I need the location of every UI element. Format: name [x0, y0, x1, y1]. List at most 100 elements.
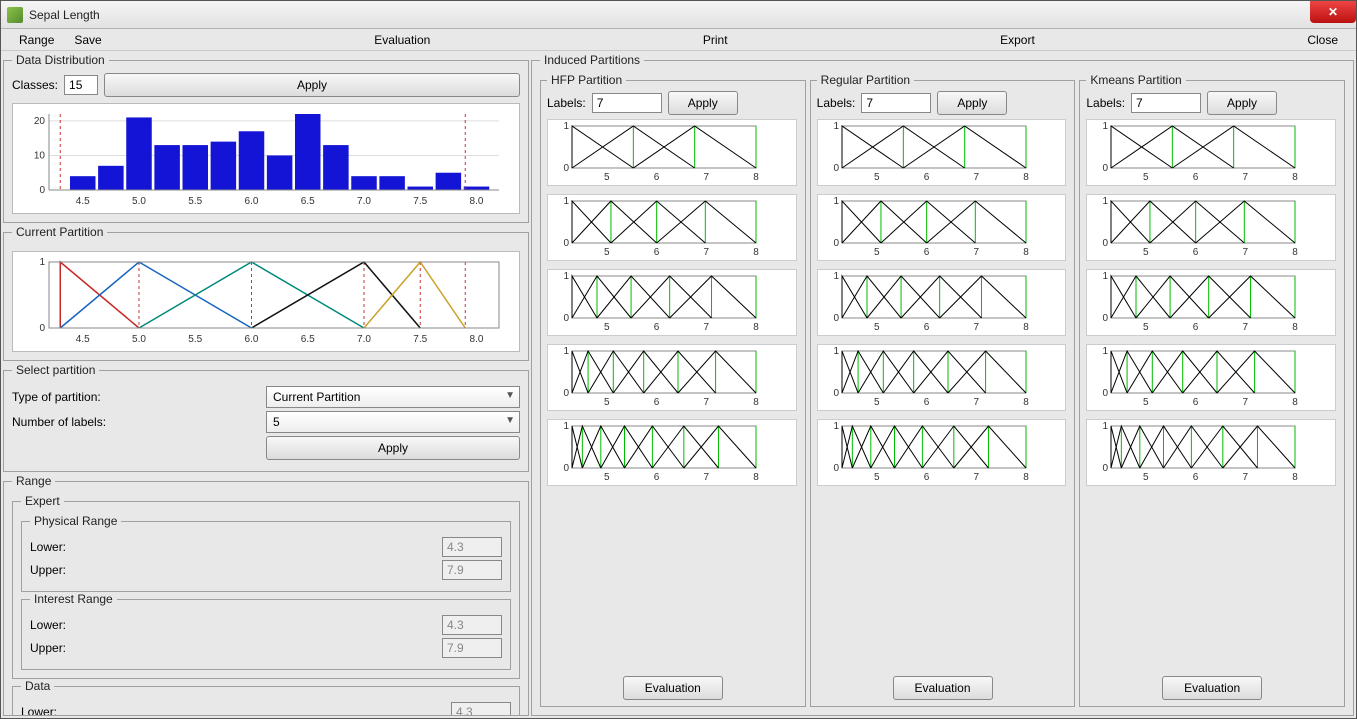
menu-close[interactable]: Close: [1297, 31, 1348, 49]
svg-text:1: 1: [563, 422, 569, 432]
current-partition-group: Current Partition 014.55.05.56.06.57.07.…: [3, 225, 529, 361]
classes-input[interactable]: [64, 75, 98, 95]
histogram-chart: 010204.55.05.56.06.57.07.58.0: [12, 103, 520, 214]
svg-text:1: 1: [563, 272, 569, 282]
svg-text:5: 5: [1143, 397, 1149, 407]
kmeans-mini-chart: 105678: [1086, 344, 1336, 411]
svg-text:7: 7: [973, 322, 979, 332]
svg-text:0: 0: [563, 388, 569, 399]
regular-evaluation-button[interactable]: Evaluation: [893, 676, 993, 700]
regular-labels-label: Labels:: [817, 96, 856, 110]
svg-text:6: 6: [654, 172, 660, 182]
svg-text:0: 0: [1103, 313, 1109, 324]
svg-text:7: 7: [1243, 247, 1249, 257]
menu-print[interactable]: Print: [693, 31, 738, 49]
svg-text:8: 8: [753, 322, 759, 332]
kmeans-apply-button[interactable]: Apply: [1207, 91, 1277, 115]
dist-apply-button[interactable]: Apply: [104, 73, 520, 97]
hfp-evaluation-button[interactable]: Evaluation: [623, 676, 723, 700]
svg-text:4.5: 4.5: [76, 196, 90, 207]
physical-range-group: Physical Range Lower: Upper:: [21, 514, 511, 592]
expert-legend: Expert: [21, 494, 64, 508]
kmeans-labels-input[interactable]: [1131, 93, 1201, 113]
regular-scroll[interactable]: 105678105678105678105678105678: [817, 119, 1069, 672]
svg-text:8: 8: [1293, 322, 1299, 332]
kmeans-scroll[interactable]: 105678105678105678105678105678: [1086, 119, 1338, 672]
menu-save[interactable]: Save: [64, 31, 111, 49]
menu-evaluation[interactable]: Evaluation: [364, 31, 440, 49]
hfp-labels-input[interactable]: [592, 93, 662, 113]
phys-lower-label: Lower:: [30, 540, 442, 554]
kmeans-evaluation-button[interactable]: Evaluation: [1162, 676, 1262, 700]
hfp-apply-button[interactable]: Apply: [668, 91, 738, 115]
regular-mini-chart: 105678: [817, 194, 1067, 261]
interest-range-group: Interest Range Lower: Upper:: [21, 592, 511, 670]
svg-text:6: 6: [654, 472, 660, 482]
svg-text:7.0: 7.0: [357, 334, 371, 345]
svg-text:8: 8: [1023, 472, 1029, 482]
svg-text:1: 1: [833, 197, 839, 207]
close-button[interactable]: ✕: [1310, 1, 1356, 23]
data-distribution-group: Data Distribution Classes: Apply 010204.…: [3, 53, 529, 223]
svg-text:6: 6: [654, 322, 660, 332]
svg-text:7: 7: [1243, 397, 1249, 407]
hfp-mini-chart: 105678: [547, 119, 797, 186]
content: Data Distribution Classes: Apply 010204.…: [1, 51, 1356, 718]
select-partition-legend: Select partition: [12, 363, 99, 377]
svg-text:4.5: 4.5: [76, 334, 90, 345]
svg-text:1: 1: [833, 422, 839, 432]
svg-text:1: 1: [1103, 272, 1109, 282]
svg-text:5: 5: [1143, 172, 1149, 182]
partition-type-select[interactable]: Current Partition: [266, 386, 520, 408]
hfp-mini-chart: 105678: [547, 344, 797, 411]
svg-text:7: 7: [1243, 472, 1249, 482]
svg-text:1: 1: [833, 272, 839, 282]
num-labels-select[interactable]: 5: [266, 411, 520, 433]
svg-text:7: 7: [703, 247, 709, 257]
svg-text:0: 0: [833, 163, 839, 174]
svg-text:0: 0: [1103, 163, 1109, 174]
svg-text:7: 7: [973, 472, 979, 482]
svg-text:20: 20: [34, 116, 46, 127]
svg-text:1: 1: [1103, 122, 1109, 132]
range-group: Range Expert Physical Range Lower: Upper…: [3, 474, 529, 716]
hfp-scroll[interactable]: 105678105678105678105678105678: [547, 119, 799, 672]
menu-range[interactable]: Range: [9, 31, 64, 49]
svg-text:0: 0: [563, 238, 569, 249]
svg-text:6: 6: [1193, 172, 1199, 182]
hfp-group: HFP Partition Labels: Apply 105678105678…: [540, 73, 806, 707]
svg-text:8: 8: [753, 247, 759, 257]
svg-text:7: 7: [703, 397, 709, 407]
kmeans-labels-label: Labels:: [1086, 96, 1125, 110]
int-upper-input[interactable]: [442, 638, 502, 658]
int-lower-input[interactable]: [442, 615, 502, 635]
regular-mini-chart: 105678: [817, 269, 1067, 336]
regular-labels-input[interactable]: [861, 93, 931, 113]
svg-text:6: 6: [923, 472, 929, 482]
phys-lower-input[interactable]: [442, 537, 502, 557]
data-lower-input[interactable]: [451, 702, 511, 716]
svg-text:0: 0: [833, 463, 839, 474]
svg-text:5.0: 5.0: [132, 196, 146, 207]
phys-upper-input[interactable]: [442, 560, 502, 580]
svg-text:7.5: 7.5: [413, 334, 427, 345]
svg-text:0: 0: [563, 463, 569, 474]
svg-text:0: 0: [1103, 388, 1109, 399]
int-upper-label: Upper:: [30, 641, 442, 655]
regular-apply-button[interactable]: Apply: [937, 91, 1007, 115]
svg-text:0: 0: [1103, 238, 1109, 249]
regular-column: Regular Partition Labels: Apply 10567810…: [810, 73, 1076, 707]
svg-text:8: 8: [1293, 472, 1299, 482]
menu-export[interactable]: Export: [990, 31, 1045, 49]
svg-text:1: 1: [833, 122, 839, 132]
svg-text:8: 8: [1023, 397, 1029, 407]
svg-text:6: 6: [1193, 322, 1199, 332]
kmeans-legend: Kmeans Partition: [1086, 73, 1185, 87]
range-legend: Range: [12, 474, 55, 488]
svg-text:6: 6: [654, 247, 660, 257]
svg-text:6: 6: [923, 172, 929, 182]
svg-text:8: 8: [1023, 247, 1029, 257]
svg-text:1: 1: [563, 122, 569, 132]
hfp-column: HFP Partition Labels: Apply 105678105678…: [540, 73, 806, 707]
select-partition-apply-button[interactable]: Apply: [266, 436, 520, 460]
